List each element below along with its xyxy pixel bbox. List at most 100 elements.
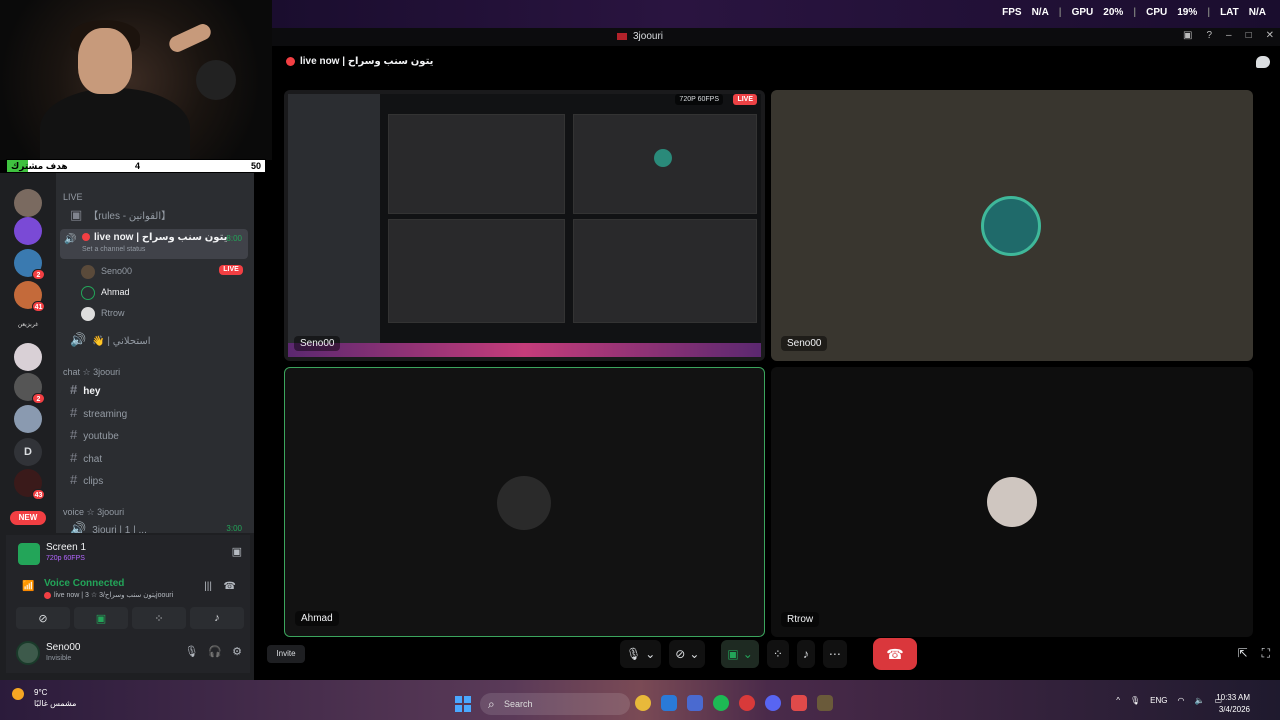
voice-channel[interactable]: 🔊 👋 | استحلاني <box>62 330 248 350</box>
files-icon[interactable] <box>687 695 703 711</box>
spotify-icon[interactable] <box>713 695 729 711</box>
user-name[interactable]: Seno00 <box>46 642 80 653</box>
user-avatar[interactable] <box>16 641 40 665</box>
weather-widget[interactable]: 9°C مشمس غالبًا <box>12 688 76 708</box>
mic-icon[interactable]: 🎙 <box>1130 696 1140 705</box>
server-icon[interactable]: 41 <box>14 281 45 312</box>
clock-date: 3/4/2026 <box>1218 705 1250 714</box>
fps-value: N/A <box>1031 7 1049 18</box>
server-icon[interactable]: 2 <box>14 373 45 404</box>
voice-connected-label: Voice Connected <box>44 578 125 589</box>
disconnect-icon[interactable]: ☎ <box>224 581 236 592</box>
app-icon[interactable] <box>739 695 755 711</box>
stop-stream-icon[interactable]: ▣ <box>232 545 242 558</box>
server-icon[interactable]: 43 <box>14 469 45 500</box>
server-icon[interactable]: 2 <box>14 249 45 280</box>
channel-youtube[interactable]: # youtube <box>62 425 248 445</box>
video-tile[interactable]: Ahmad <box>284 367 765 637</box>
lat-label: LAT <box>1220 7 1239 18</box>
server-icon[interactable] <box>14 217 42 245</box>
mic-icon: 🎙 <box>626 647 642 661</box>
channel-label: youtube <box>83 431 119 442</box>
channel-rules[interactable]: ▣ 【rules - القوانين】 <box>62 205 248 225</box>
live-badge: LIVE <box>219 265 243 275</box>
camera-off-icon: ⊘ <box>675 647 686 661</box>
invite-button[interactable]: Invite <box>267 645 305 663</box>
taskbar-apps <box>635 695 833 711</box>
discord-icon[interactable] <box>765 695 781 711</box>
stream-preview <box>288 94 761 343</box>
activities-icon[interactable]: ⁘ <box>132 607 186 629</box>
maximize-icon[interactable]: □ <box>1246 30 1252 41</box>
channel-header: live now | يتون سنب وسراح <box>286 56 433 67</box>
voice-channel[interactable]: 🔊 3jouri | 1 | ... 3:00 <box>62 519 248 533</box>
voice-member[interactable]: Seno00 <box>81 262 132 280</box>
chevron-up-icon[interactable]: ^ <box>1116 696 1120 705</box>
server-icon[interactable]: غربزيعن <box>14 311 42 339</box>
user-status: Invisible <box>46 655 72 662</box>
popout-icon[interactable]: ⇱ <box>1238 646 1248 661</box>
voice-channel-status[interactable]: Set a channel status <box>82 246 145 253</box>
stream-tile[interactable]: 720P 60FPS LIVE Seno00 <box>284 90 765 361</box>
screen-quality: 720p 60FPS <box>46 555 85 562</box>
screen-share-button[interactable]: ▣ ⌄ <box>721 640 759 668</box>
weather-condition: مشمس غالبًا <box>34 699 77 708</box>
minimize-icon[interactable]: – <box>1226 30 1232 41</box>
inbox-icon[interactable]: ▣ <box>1183 30 1192 41</box>
video-tile[interactable]: Rtrow <box>771 367 1253 637</box>
start-icon[interactable] <box>455 696 471 712</box>
category-chat[interactable]: chat ☆ 3joouri <box>63 367 120 378</box>
server-badge: 43 <box>32 489 45 500</box>
channel-hey[interactable]: # hey <box>62 380 248 400</box>
camera-off-icon[interactable]: ⊘ <box>16 607 70 629</box>
server-icon[interactable] <box>14 405 42 433</box>
help-icon[interactable]: ? <box>1206 30 1212 41</box>
tile-label: Rtrow <box>781 612 820 627</box>
soundboard-icon[interactable]: ♪ <box>190 607 244 629</box>
voice-member[interactable]: Ahmad <box>81 283 130 301</box>
edge-icon[interactable] <box>661 695 677 711</box>
signal-icon[interactable]: 📶 <box>22 581 34 592</box>
channel-chat[interactable]: # chat <box>62 448 248 468</box>
close-icon[interactable]: ✕ <box>1266 30 1274 41</box>
voice-channel-active[interactable]: 🔊 live now | يتون سنب وسراح Set a channe… <box>60 229 248 259</box>
server-icon[interactable] <box>14 343 42 371</box>
voice-member[interactable]: Rtrow <box>81 304 125 322</box>
server-icon[interactable] <box>14 189 42 217</box>
channel-clips[interactable]: # clips <box>62 470 248 490</box>
video-tile[interactable]: Seno00 <box>771 90 1253 361</box>
avatar <box>981 196 1041 256</box>
more-button[interactable]: ⋯ <box>822 640 847 668</box>
volume-icon[interactable]: 🔈 <box>1194 696 1204 705</box>
wifi-icon[interactable]: ◠ <box>1177 696 1184 705</box>
category-live[interactable]: LIVE <box>63 192 83 202</box>
voice-channel-link[interactable]: live now | 3 ☆ يتون سنب وسراح/3joouri <box>44 591 173 599</box>
server-badge: 2 <box>32 393 45 404</box>
webcam-overlay <box>0 0 272 160</box>
disconnect-button[interactable]: ☎ <box>873 638 917 670</box>
noise-suppression-icon[interactable]: ||| <box>204 581 212 592</box>
clock[interactable]: 10:33 AM 3/4/2026 <box>1216 692 1250 716</box>
category-voice[interactable]: voice ☆ 3joouri <box>63 507 124 518</box>
server-icon[interactable]: D <box>14 438 42 466</box>
app-icon[interactable] <box>791 695 807 711</box>
user-area: Seno00 Invisible 🎙 🎧 ⚙ <box>16 639 246 671</box>
minecraft-icon[interactable] <box>817 695 833 711</box>
server-list: 2 41 غربزيعن 2 D 43 NEW <box>0 173 56 533</box>
language-indicator[interactable]: ENG <box>1150 696 1167 705</box>
screen-share-row: Screen 1 720p 60FPS ▣ <box>16 541 246 565</box>
activities-button[interactable]: ⁘ <box>766 640 789 668</box>
sub-goal-target: 50 <box>250 161 261 171</box>
mic-icon[interactable]: 🎙 <box>184 645 198 658</box>
soundboard-button[interactable]: ♪ <box>796 640 815 668</box>
camera-button[interactable]: ⊘ ⌄ <box>669 640 706 668</box>
screen-share-button[interactable]: ▣ <box>74 607 128 629</box>
channel-streaming[interactable]: # streaming <box>62 403 248 423</box>
settings-gear-icon[interactable]: ⚙ <box>232 645 242 658</box>
headphones-icon[interactable]: 🎧 <box>208 645 222 658</box>
chrome-icon[interactable] <box>635 695 651 711</box>
search-input[interactable]: Search <box>480 693 630 715</box>
chat-icon[interactable] <box>1256 56 1270 68</box>
mute-button[interactable]: 🎙 ⌄ <box>620 640 662 668</box>
fullscreen-icon[interactable]: ⛶ <box>1262 646 1270 661</box>
